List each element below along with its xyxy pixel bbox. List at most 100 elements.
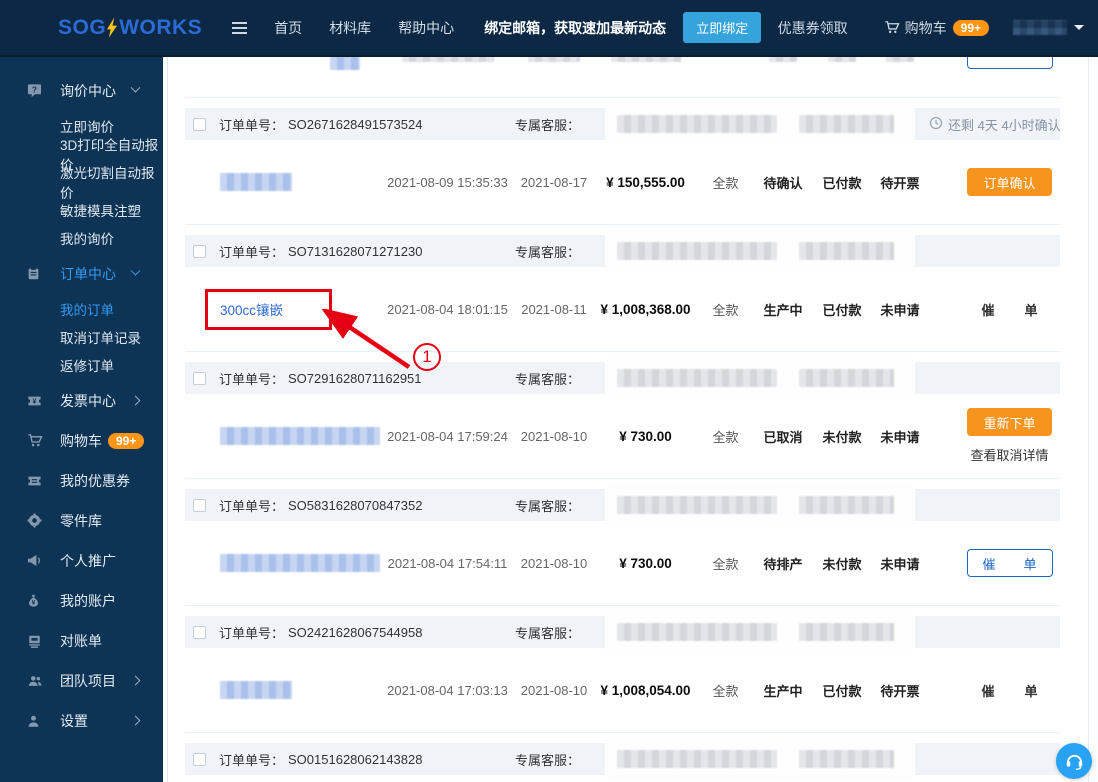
urge-order-button[interactable]: 催单 [967, 681, 1053, 700]
order-status-cell: 待确认 [753, 173, 813, 192]
view-cancel-detail-link[interactable]: 查看取消详情 [970, 445, 1048, 464]
order-status-cell [753, 57, 813, 62]
customer-support-button[interactable] [1056, 743, 1092, 779]
clipped-text [886, 57, 914, 62]
order-block: 订单单号： SO5831628070847352 专属客服： 2021-08-04 1… [185, 483, 1060, 606]
sidebar-item-label: 激光切割自动报价 [60, 166, 155, 201]
sidebar-item-label: 询价中心 [60, 82, 116, 99]
user-icon [27, 714, 44, 728]
order-no-label: 订单单号： [219, 752, 285, 768]
redacted-cs-phone [799, 242, 894, 260]
orders-icon [27, 266, 44, 281]
sidebar-item-cart[interactable]: 购物车 99+ [0, 422, 163, 459]
product-cell [185, 554, 380, 572]
invoice-status: 待开票 [880, 175, 920, 191]
product-cell [185, 57, 380, 70]
invoice-status-cell: 未申请 [871, 427, 929, 446]
order-divider [185, 732, 1060, 733]
order-status: 生产中 [763, 683, 803, 699]
order-checkbox[interactable] [193, 244, 206, 258]
redacted-product-name [220, 173, 292, 191]
sidebar-subitem-agile-mold-injection[interactable]: 敏捷模具注塑 [0, 196, 163, 224]
order-checkbox[interactable] [193, 371, 206, 385]
sidebar-item-order-center[interactable]: 订单中心 [0, 255, 163, 292]
pay-type: 全款 [712, 556, 739, 572]
nav-item-1[interactable]: 材料库 [329, 18, 371, 38]
svg-text:¥: ¥ [33, 398, 37, 405]
sidebar-item-invoice-center[interactable]: ¥ 发票中心 [0, 382, 163, 419]
sidebar-item-my-account[interactable]: ¥ 我的账户 [0, 582, 163, 619]
order-header-row: 订单单号： SO5831628070847352 专属客服： [185, 483, 1060, 527]
order-checkbox[interactable] [193, 625, 206, 639]
created-date-cell: 2021-08-09 15:35:33 [380, 175, 515, 190]
sidebar-item-label: 取消订单记录 [60, 331, 141, 346]
user-menu[interactable] [1013, 20, 1084, 35]
sidebar-subitem-repair-orders[interactable]: 返修订单 [0, 351, 163, 379]
delivery-date-cell [515, 57, 593, 62]
sidebar-item-inquiry-center[interactable]: ? 询价中心 [0, 72, 163, 109]
redacted-product-name [220, 554, 380, 572]
cart-badge: 99+ [952, 19, 989, 36]
order-confirm-button[interactable]: 订单确认 [967, 168, 1052, 196]
sidebar-item-label: 团队项目 [60, 672, 116, 689]
order-block: 订单单号： SO2421628067544958 专属客服： 2021-08-04 1… [185, 610, 1060, 733]
price-cell: ¥ 150,555.00 [593, 175, 698, 190]
sidebar-item-label: 我的订单 [60, 303, 114, 318]
order-price: ¥ 730.00 [619, 555, 672, 571]
account-icon: ¥ [27, 593, 44, 608]
sidebar-item-personal-promotion[interactable]: 个人推广 [0, 542, 163, 579]
sidebar-item-settings[interactable]: 设置 [0, 702, 163, 739]
clock-icon [929, 116, 943, 133]
price-cell: ¥ 730.00 [593, 556, 698, 571]
order-list-panel: 订单单号：SO2671628491573524专属客服：还剩 4天 4小时确认订… [163, 57, 1098, 782]
reorder-button[interactable]: 重新下单 [967, 408, 1052, 436]
order-body-row: 2021-08-04 17:59:24 2021-08-10 ¥ 730.00 全款 已… [185, 394, 1060, 478]
urge-order-button[interactable]: 催单 [967, 300, 1053, 319]
order-checkbox[interactable] [193, 117, 206, 131]
sidebar-item-parts-library[interactable]: 零件库 [0, 502, 163, 539]
invoice-status-cell: 未申请 [871, 554, 929, 573]
redacted-customer-service [605, 229, 915, 273]
delivery-date-cell: 2021-08-10 [515, 429, 593, 444]
order-checkbox[interactable] [193, 752, 206, 766]
sidebar-cart-badge: 99+ [108, 432, 145, 449]
action-cell [929, 57, 1060, 69]
order-block: 订单单号： SO0151628062143828 专属客服： [185, 737, 1060, 781]
clipped-outline-button[interactable] [966, 57, 1053, 69]
sidebar-item-label: 零件库 [60, 512, 102, 529]
redacted-customer-service [605, 102, 915, 146]
cart-link[interactable]: 购物车 99+ [884, 18, 989, 38]
pay-status: 未付款 [822, 556, 862, 572]
sidebar-item-team-projects[interactable]: 团队项目 [0, 662, 163, 699]
delivery-date-cell: 2021-08-10 [515, 683, 593, 698]
order-divider [185, 224, 1060, 225]
order-divider [185, 97, 1060, 98]
product-cell [185, 681, 380, 699]
order-checkbox[interactable] [193, 498, 206, 512]
sidebar-item-my-coupons[interactable]: 我的优惠券 [0, 462, 163, 499]
redacted-customer-service [605, 483, 915, 527]
created-datetime: 2021-08-04 17:54:11 [387, 555, 508, 571]
nav-item-0[interactable]: 首页 [274, 18, 302, 38]
sidebar-item-statements[interactable]: 对账单 [0, 622, 163, 659]
sidebar-item-label: 对账单 [60, 632, 102, 649]
scrollbar-track[interactable] [1088, 57, 1098, 782]
order-header-row: 订单单号：SO2671628491573524 专属客服： 还剩 4天 4小时确认订 [185, 102, 1060, 146]
coupon-claim-link[interactable]: 优惠券领取 [778, 18, 848, 38]
menu-toggle-icon[interactable] [232, 21, 248, 34]
order-body-row [185, 57, 1060, 97]
delivery-date: 2021-08-10 [520, 555, 588, 571]
sidebar-subitem-laser-cut-auto-quote[interactable]: 激光切割自动报价 [0, 166, 163, 201]
nav-item-2[interactable]: 帮助中心 [398, 18, 454, 38]
delivery-date-cell: 2021-08-17 [515, 175, 593, 190]
urge-order-button[interactable]: 催单 [966, 549, 1053, 577]
order-price: ¥ 730.00 [619, 428, 672, 444]
annotation-highlight-box [205, 289, 332, 330]
sidebar-subitem-cancel-order-records[interactable]: 取消订单记录 [0, 323, 163, 351]
sidebar-subitem-my-orders[interactable]: 我的订单 [0, 295, 163, 323]
sogaworks-logo[interactable]: SOG WORKS [58, 16, 202, 40]
order-status-cell: 生产中 [753, 681, 813, 700]
redacted-cs-name [617, 623, 777, 641]
bind-now-button[interactable]: 立即绑定 [683, 12, 762, 43]
sidebar-subitem-my-inquiries[interactable]: 我的询价 [0, 224, 163, 252]
